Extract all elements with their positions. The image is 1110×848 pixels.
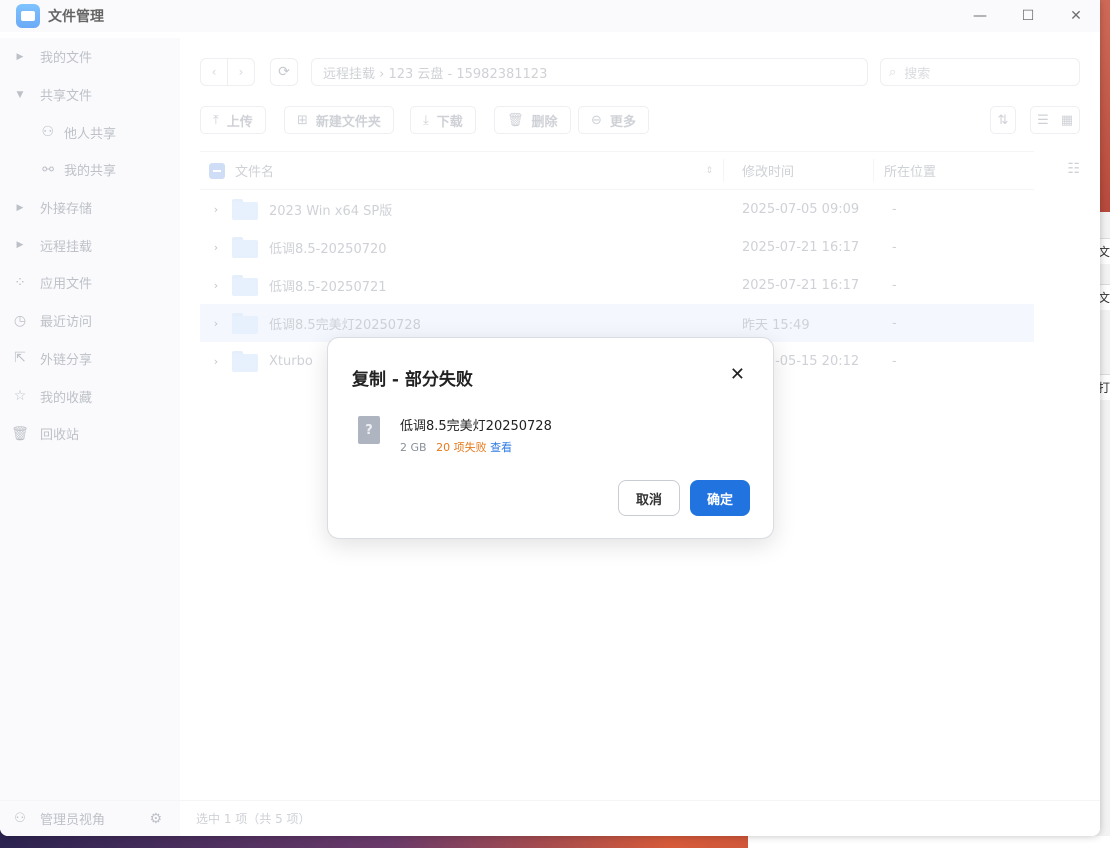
dialog-title: 复制 - 部分失败 [352, 370, 473, 390]
dialog-file-meta: 2 GB 20 项失败 查看 [400, 439, 512, 455]
background-panel [748, 836, 1110, 848]
close-icon[interactable]: ✕ [730, 364, 745, 385]
file-manager-window: 文件管理 — ☐ ✕ ▶ 我的文件 ▼ 共享文件 ⚇ 他人共享 ⚯ 我的共享 ▶… [0, 0, 1100, 836]
confirm-button[interactable]: 确定 [690, 480, 750, 516]
file-size: 2 GB [400, 441, 427, 454]
dialog-file-name: 低调8.5完美灯20250728 [400, 419, 552, 434]
cancel-button[interactable]: 取消 [618, 480, 680, 516]
unknown-file-icon: ? [358, 416, 380, 444]
view-link[interactable]: 查看 [490, 441, 512, 454]
copy-failure-dialog: 复制 - 部分失败 ✕ ? 低调8.5完美灯20250728 2 GB 20 项… [327, 337, 774, 539]
fail-count: 20 项失败 [436, 441, 487, 454]
